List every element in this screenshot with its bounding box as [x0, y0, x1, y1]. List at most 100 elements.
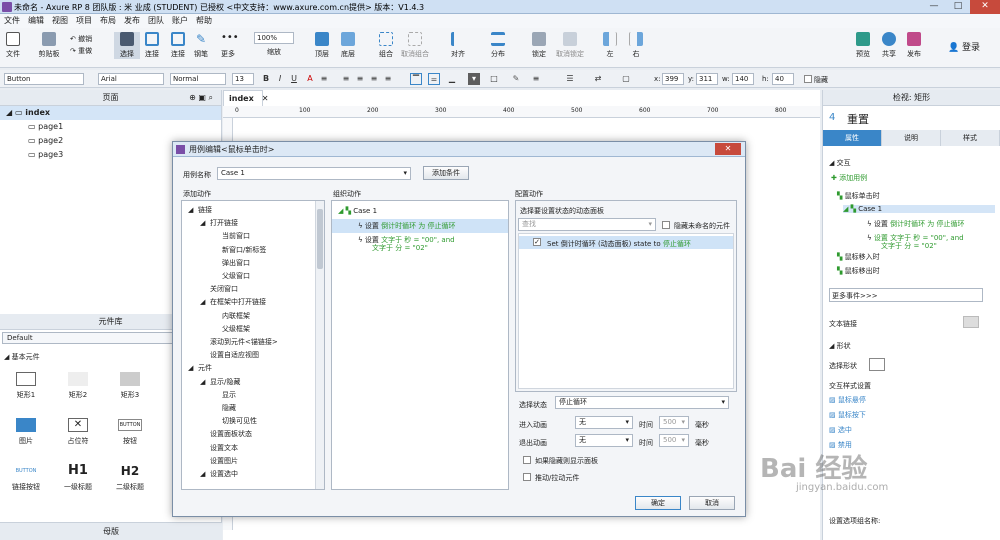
- distribute-button[interactable]: 分布: [486, 32, 510, 59]
- action-tree[interactable]: ◢ 链接 ◢ 打开链接 当前窗口 新窗口/新标签 弹出窗口 父级窗口 关闭窗口 ◢ 在框架中打…: [181, 200, 325, 490]
- line-style-icon[interactable]: ☰: [564, 73, 576, 85]
- action-tree-item[interactable]: 弹出窗口: [212, 258, 250, 268]
- widget-heading1[interactable]: H1 一级标题: [58, 464, 98, 492]
- more-button[interactable]: ••• 更多: [216, 32, 240, 59]
- action-tree-item[interactable]: ◢ 显示/隐藏: [200, 377, 240, 387]
- shadow-icon[interactable]: □: [488, 73, 500, 85]
- action-tree-item[interactable]: 切换可见性: [212, 416, 257, 426]
- line-color-icon[interactable]: ✎: [510, 73, 522, 85]
- selected-style-link[interactable]: ▨ 选中: [829, 425, 852, 435]
- connect-button[interactable]: 连接: [140, 32, 164, 59]
- lock-button[interactable]: 锁定: [528, 32, 550, 59]
- add-condition-button[interactable]: 添加条件: [423, 166, 469, 180]
- action-tree-item[interactable]: 隐藏: [212, 403, 236, 413]
- case-item[interactable]: ◢ ▚ Case 1: [843, 205, 995, 213]
- connect2-button[interactable]: 连接: [166, 32, 190, 59]
- line-width-icon[interactable]: ≡: [530, 73, 542, 85]
- show-if-hidden-checkbox[interactable]: [523, 456, 531, 464]
- action-tree-item[interactable]: ◢ 元件: [188, 363, 212, 373]
- menu-publish[interactable]: 发布: [120, 14, 144, 28]
- tab-properties[interactable]: 属性: [823, 130, 882, 146]
- page-item[interactable]: ▭ page1: [0, 120, 221, 134]
- bullet-list-icon[interactable]: ≡: [318, 73, 330, 85]
- action-tree-item[interactable]: 父级窗口: [212, 271, 250, 281]
- action-tree-item[interactable]: 设置文本: [200, 443, 238, 453]
- corner-icon[interactable]: ▢: [620, 73, 632, 85]
- mousedown-style-link[interactable]: ▨ 鼠标按下: [829, 410, 866, 420]
- widget-rectangle2[interactable]: 矩形2: [58, 372, 98, 400]
- tab-notes[interactable]: 说明: [882, 130, 941, 146]
- publish-button[interactable]: 发布: [902, 32, 926, 59]
- maximize-button[interactable]: □: [946, 0, 970, 14]
- shape-section[interactable]: ◢ 形状: [829, 341, 851, 351]
- org-case[interactable]: ◢ ▚ Case 1: [338, 207, 377, 215]
- action-tree-item[interactable]: 新窗口/新标签: [212, 245, 266, 255]
- menu-layout[interactable]: 布局: [96, 14, 120, 28]
- align-button[interactable]: 对齐: [446, 32, 470, 59]
- widget-rectangle1[interactable]: 矩形1: [6, 372, 46, 400]
- widget-heading2[interactable]: H2 二级标题: [110, 464, 150, 492]
- org-action1[interactable]: ϟ 设置 倒计时循环 为 停止循环: [358, 221, 456, 231]
- menu-team[interactable]: 团队: [144, 14, 168, 28]
- font-size-select[interactable]: 13: [232, 73, 254, 85]
- exit-time-input[interactable]: 500: [659, 434, 689, 447]
- group-button[interactable]: 组合: [376, 32, 396, 59]
- valign-middle-icon[interactable]: =: [428, 73, 440, 85]
- enter-time-input[interactable]: 500: [659, 416, 689, 429]
- exit-animation-select[interactable]: 无: [575, 434, 633, 447]
- italic-button[interactable]: I: [274, 73, 286, 85]
- state-select[interactable]: 停止循环: [555, 396, 729, 409]
- arrow-style-icon[interactable]: ⇄: [592, 73, 604, 85]
- bold-button[interactable]: B: [260, 73, 272, 85]
- fill-color-icon[interactable]: ▾: [468, 73, 480, 85]
- height-input[interactable]: 40: [772, 73, 794, 85]
- share-button[interactable]: 共享: [878, 32, 900, 59]
- pen-button[interactable]: ✎ 钢笔: [190, 32, 212, 59]
- left-button[interactable]: 左: [600, 32, 620, 59]
- redo-button[interactable]: ↷ 重做: [70, 46, 100, 56]
- widget-image[interactable]: 图片: [6, 418, 46, 446]
- widget-link-button[interactable]: BUTTON 链接按钮: [6, 464, 46, 492]
- tab-style[interactable]: 样式: [941, 130, 1000, 146]
- action-tree-item[interactable]: ◢ 打开链接: [200, 218, 238, 228]
- case-name-input[interactable]: Case 1: [217, 167, 411, 180]
- widget-button[interactable]: BUTTON 按钮: [110, 418, 150, 446]
- event-mouse-leave[interactable]: ▚ 鼠标移出时: [837, 266, 880, 276]
- y-input[interactable]: 311: [696, 73, 718, 85]
- menu-help[interactable]: 帮助: [192, 14, 216, 28]
- close-button[interactable]: ✕: [970, 0, 1000, 14]
- event-click[interactable]: ▚ 鼠标单击时: [837, 191, 880, 201]
- valign-top-icon[interactable]: ▔: [410, 73, 422, 85]
- menu-project[interactable]: 项目: [72, 14, 96, 28]
- widget-name-input[interactable]: 重置: [847, 111, 869, 127]
- valign-bottom-icon[interactable]: ▁: [446, 73, 458, 85]
- action-tree-item[interactable]: 关闭窗口: [200, 284, 238, 294]
- add-case-link[interactable]: ✚ 添加用例: [831, 173, 867, 183]
- action-tree-item[interactable]: 父级框架: [212, 324, 250, 334]
- action-tree-item[interactable]: 设置面板状态: [200, 429, 252, 439]
- font-style-select[interactable]: Normal: [170, 73, 226, 85]
- hide-unnamed-checkbox[interactable]: [662, 221, 670, 229]
- enter-animation-select[interactable]: 无: [575, 416, 633, 429]
- widget-type-select[interactable]: Button: [4, 73, 84, 85]
- page-item[interactable]: ◢ ▭ index: [0, 106, 221, 120]
- scrollbar[interactable]: [315, 201, 324, 489]
- panel-list[interactable]: ✓ Set 倒计时循环 (动态面板) state to 停止循环: [518, 233, 734, 389]
- action-tree-item[interactable]: 滚动到元件<锚链接>: [200, 337, 278, 347]
- menu-account[interactable]: 账户: [168, 14, 192, 28]
- font-select[interactable]: Arial: [98, 73, 164, 85]
- action-tree-item[interactable]: ◢ 设置选中: [200, 469, 238, 479]
- font-color-icon[interactable]: A: [304, 73, 316, 85]
- panel-item-checkbox[interactable]: ✓: [533, 238, 541, 246]
- organize-actions-box[interactable]: ◢ ▚ Case 1 ϟ 设置 倒计时循环 为 停止循环 ϟ 设置 文字于 秒 …: [331, 200, 509, 490]
- text-link-button[interactable]: [963, 316, 979, 328]
- minimize-button[interactable]: —: [922, 0, 946, 14]
- widget-placeholder[interactable]: ✕ 占位符: [58, 418, 98, 446]
- width-input[interactable]: 140: [732, 73, 754, 85]
- send-bottom-button[interactable]: 底层: [338, 32, 358, 59]
- menu-view[interactable]: 视图: [48, 14, 72, 28]
- push-pull-checkbox[interactable]: [523, 473, 531, 481]
- widget-rectangle3[interactable]: 矩形3: [110, 372, 150, 400]
- preview-button[interactable]: 预览: [852, 32, 874, 59]
- zoom-control[interactable]: 100% 缩放: [254, 32, 294, 57]
